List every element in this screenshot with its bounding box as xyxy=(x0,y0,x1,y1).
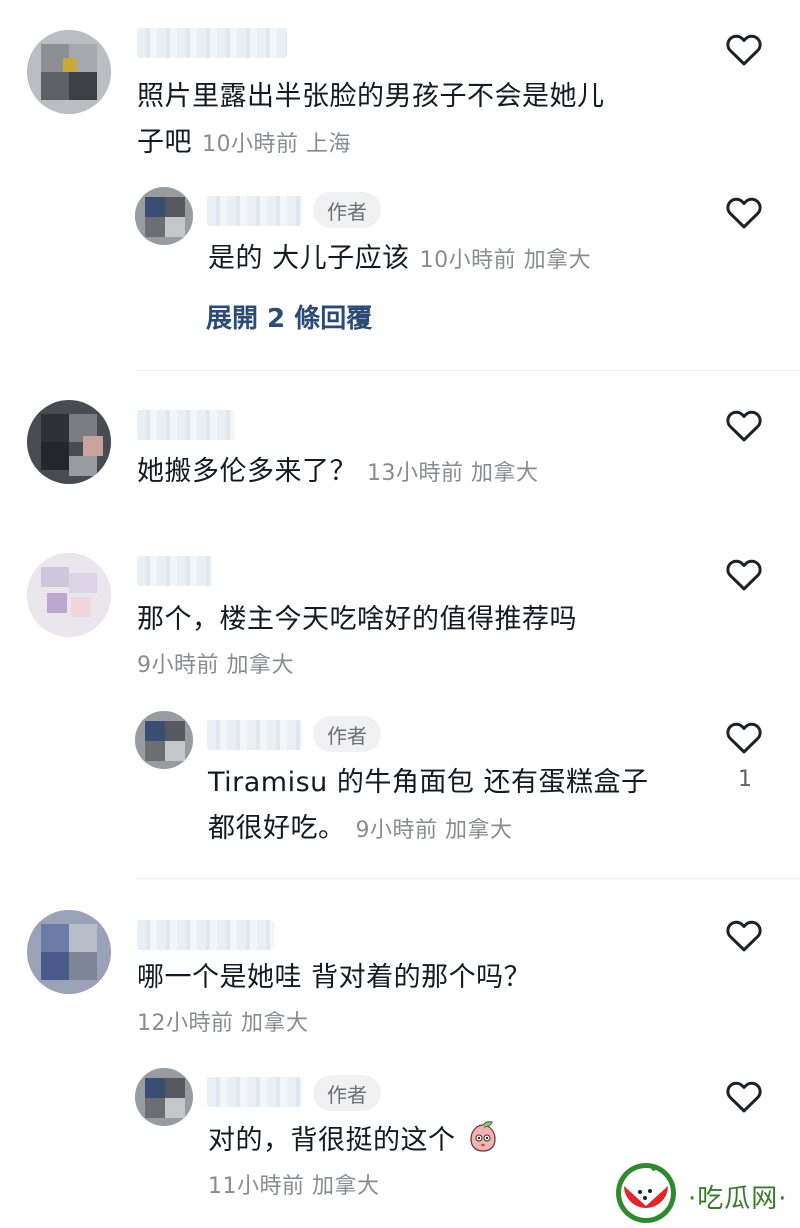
heart-icon[interactable] xyxy=(723,28,765,70)
peach-face-emoji-icon xyxy=(469,1121,496,1152)
comment-text: 照片里露出半张脸的男孩子不会是她儿 xyxy=(137,81,605,112)
comment-meta: 13小時前 加拿大 xyxy=(367,461,539,486)
username-blurred[interactable] xyxy=(137,28,287,58)
comment-meta: 9小時前 加拿大 xyxy=(355,818,513,843)
heart-icon[interactable] xyxy=(723,553,765,595)
comment-text: 哪一个是她哇 背对着的那个吗？ xyxy=(137,962,532,993)
comment-meta: 10小時前 加拿大 xyxy=(419,248,592,273)
reply-text: 是的 大儿子应该 xyxy=(208,243,410,274)
username-blurred[interactable] xyxy=(207,1077,302,1107)
comment-text: 子吧 xyxy=(137,127,192,158)
watermelon-icon xyxy=(616,1163,676,1223)
avatar[interactable] xyxy=(27,553,111,637)
username-blurred[interactable] xyxy=(207,720,302,750)
avatar[interactable] xyxy=(27,30,111,114)
comment-meta: 10小時前 上海 xyxy=(202,132,351,157)
author-badge: 作者 xyxy=(313,192,381,228)
author-badge: 作者 xyxy=(313,1075,381,1111)
reply-text: Tiramisu 的牛角面包 还有蛋糕盒子 xyxy=(208,767,649,798)
comment-meta: 12小時前 加拿大 xyxy=(137,1011,309,1036)
divider xyxy=(135,370,800,371)
comment-text: 那个，楼主今天吃啥好的值得推荐吗 xyxy=(137,604,577,635)
reply-text: 对的，背很挺的这个 xyxy=(208,1125,456,1156)
comment-text: 她搬多伦多来了？ xyxy=(137,456,357,487)
author-badge: 作者 xyxy=(313,716,381,752)
expand-replies-link[interactable]: 展開 2 條回覆 xyxy=(206,298,372,335)
watermark-text: ·吃瓜网· xyxy=(688,1184,788,1214)
username-blurred[interactable] xyxy=(137,410,235,440)
username-blurred[interactable] xyxy=(207,196,302,226)
divider xyxy=(135,878,800,879)
heart-icon[interactable] xyxy=(723,1075,765,1117)
avatar[interactable] xyxy=(27,910,111,994)
username-blurred[interactable] xyxy=(137,920,274,950)
comment-meta: 9小時前 加拿大 xyxy=(137,653,294,678)
heart-icon[interactable] xyxy=(723,404,765,446)
username-blurred[interactable] xyxy=(137,556,212,586)
like-count: 1 xyxy=(738,767,752,792)
avatar[interactable] xyxy=(135,1068,193,1126)
reply-text: 都很好吃。 xyxy=(208,813,346,844)
avatar[interactable] xyxy=(135,711,193,769)
heart-icon[interactable] xyxy=(723,191,765,233)
heart-icon[interactable] xyxy=(723,716,765,758)
avatar[interactable] xyxy=(135,187,193,245)
comment-meta: 11小時前 加拿大 xyxy=(208,1174,380,1199)
heart-icon[interactable] xyxy=(723,914,765,956)
avatar[interactable] xyxy=(27,400,111,484)
